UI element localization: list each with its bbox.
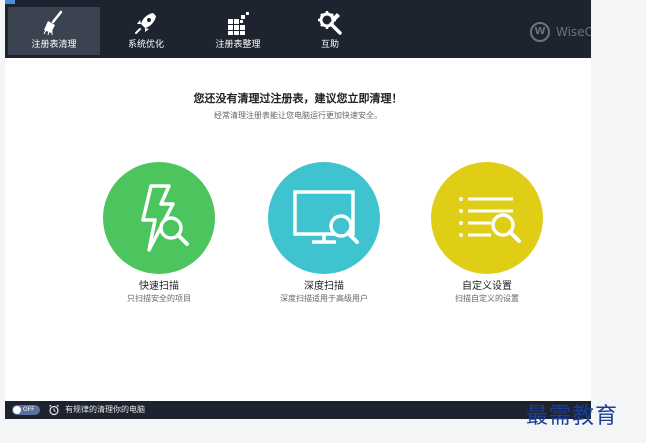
- tab-label: 系统优化: [127, 40, 164, 50]
- app-window: 注册表清理 系统优化 注册表整理 互助 W WiseC 您还没有清理过注册表，建…: [5, 0, 591, 419]
- tab-system-optimize[interactable]: 系统优化: [100, 7, 192, 55]
- deep-scan-icon: [293, 190, 359, 244]
- schedule-text: 有规律的清理你的电脑: [65, 405, 145, 414]
- tab-label: 互助: [320, 40, 339, 50]
- custom-settings-title: 自定义设置: [462, 281, 512, 292]
- page-heading: 您还没有清理过注册表，建议您立即清理！: [193, 92, 403, 105]
- custom-settings-icon: [459, 197, 521, 243]
- toolbar: 注册表清理 系统优化 注册表整理 互助 W WiseC: [5, 0, 591, 58]
- schedule-toggle[interactable]: OFF: [12, 405, 40, 415]
- page-subheading: 经常清理注册表能让您电脑运行更加快速安全。: [214, 111, 382, 120]
- quick-scan-icon: [141, 184, 189, 252]
- rocket-icon: [135, 13, 156, 34]
- deep-scan-circle[interactable]: [268, 162, 380, 274]
- deep-scan-desc: 深度扫描适用于高级用户: [280, 294, 368, 303]
- watermark: 最需教育: [526, 404, 619, 429]
- tab-registry-clean[interactable]: 注册表清理: [8, 7, 100, 55]
- brand-logo: W WiseC: [530, 22, 591, 44]
- defrag-blocks-icon: [228, 12, 249, 35]
- custom-settings-button[interactable]: 自定义设置 扫描自定义的设置: [430, 162, 544, 304]
- window-accent: [5, 0, 15, 4]
- toggle-knob: [13, 406, 21, 414]
- tools-gear-icon: [318, 11, 342, 35]
- quick-scan-circle[interactable]: [103, 162, 215, 274]
- toggle-state: OFF: [23, 406, 35, 413]
- tab-label: 注册表整理: [215, 40, 261, 50]
- custom-settings-circle[interactable]: [431, 162, 543, 274]
- tab-mutual-help[interactable]: 互助: [284, 7, 376, 55]
- quick-scan-button[interactable]: 快速扫描 只扫描安全的项目: [102, 162, 216, 304]
- brand-letter: W: [530, 22, 550, 42]
- tab-registry-defrag[interactable]: 注册表整理: [192, 7, 284, 55]
- deep-scan-title: 深度扫描: [304, 281, 344, 292]
- broom-icon: [43, 10, 63, 36]
- alarm-clock-icon: [49, 404, 59, 416]
- status-bar: OFF 有规律的清理你的电脑: [5, 401, 591, 419]
- brand-text: WiseC: [556, 25, 591, 39]
- custom-settings-desc: 扫描自定义的设置: [455, 294, 519, 303]
- quick-scan-desc: 只扫描安全的项目: [127, 294, 191, 303]
- deep-scan-button[interactable]: 深度扫描 深度扫描适用于高级用户: [267, 162, 381, 304]
- quick-scan-title: 快速扫描: [139, 281, 179, 292]
- tab-label: 注册表清理: [31, 40, 77, 50]
